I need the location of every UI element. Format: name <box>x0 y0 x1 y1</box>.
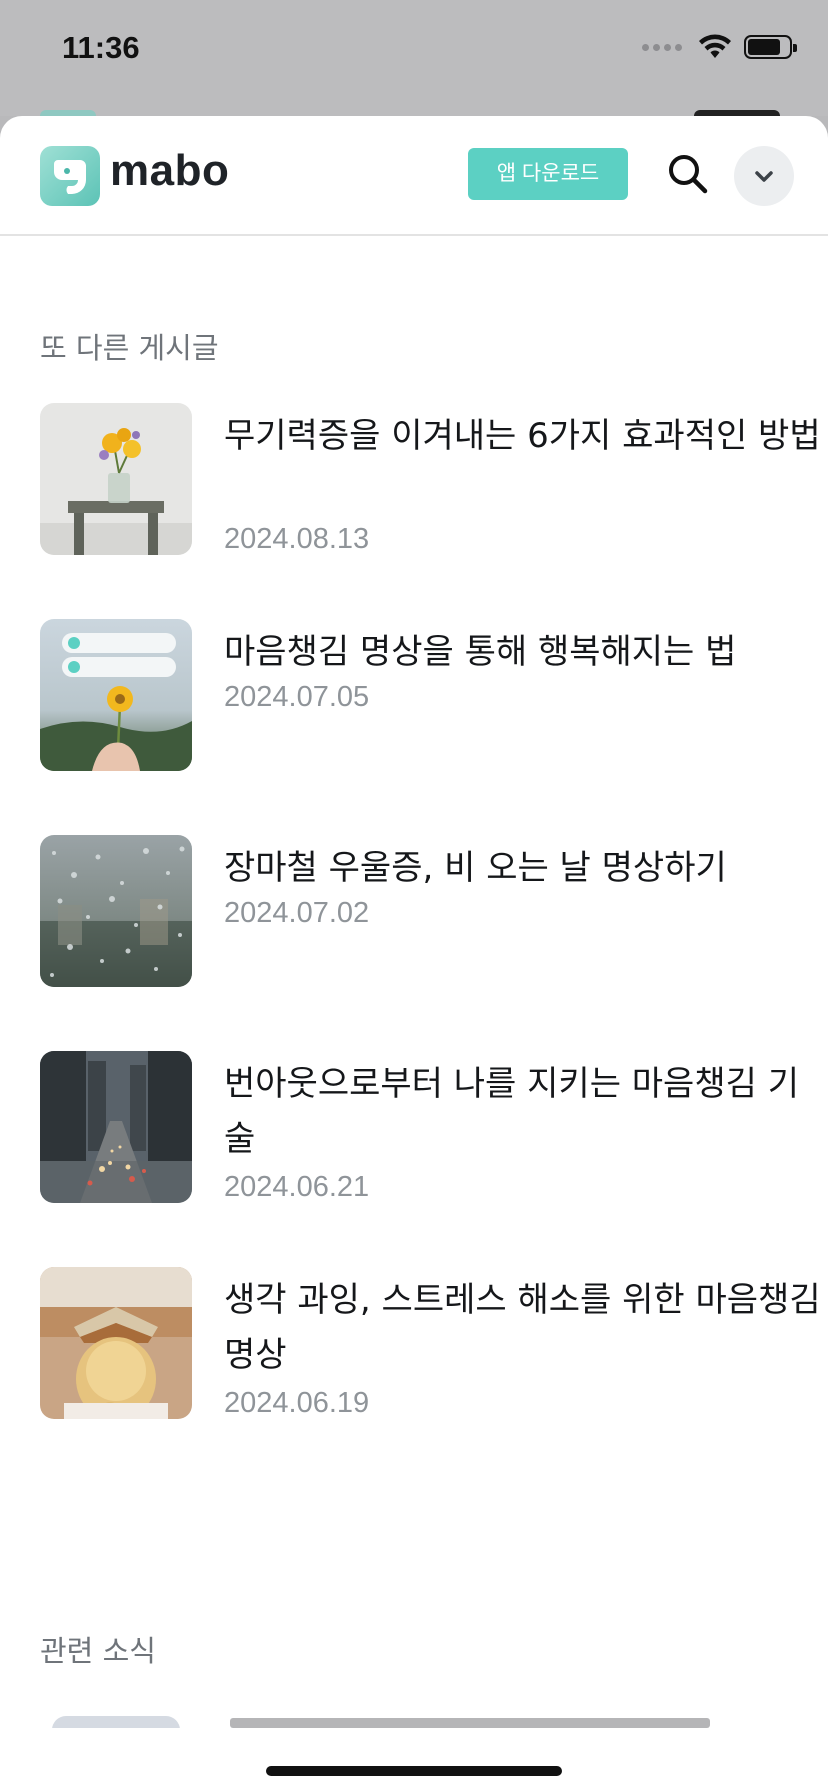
home-indicator[interactable] <box>266 1766 562 1776</box>
post-thumbnail <box>40 835 192 987</box>
status-icons <box>642 34 797 60</box>
search-icon[interactable] <box>666 152 710 196</box>
section-title-other-posts: 또 다른 게시글 <box>40 331 219 365</box>
wifi-icon <box>699 34 731 58</box>
status-bar: 11:36 <box>0 0 828 116</box>
status-time: 11:36 <box>62 30 140 65</box>
app-download-button[interactable]: 앱 다운로드 <box>468 148 628 200</box>
post-title: 생각 과잉, 스트레스 해소를 위한 마음챙김 명상 <box>224 1280 821 1375</box>
menu-toggle-button[interactable] <box>734 146 794 206</box>
list-item[interactable]: 생각 과잉, 스트레스 해소를 위한 마음챙김 명상 2024.06.19 <box>40 1267 821 1419</box>
post-date: 2024.07.02 <box>224 897 370 929</box>
post-title: 마음챙김 명상을 통해 행복해지는 법 <box>224 632 737 672</box>
content-sheet: mabo 앱 다운로드 또 다른 게시글 무기력증을 이겨내는 6가지 효과적인… <box>0 116 828 1792</box>
site-header: mabo 앱 다운로드 <box>0 116 828 236</box>
list-item[interactable]: 번아웃으로부터 나를 지키는 마음챙김 기술 2024.06.21 <box>40 1051 799 1203</box>
post-date: 2024.08.13 <box>224 523 370 555</box>
post-date: 2024.07.05 <box>224 681 370 713</box>
post-title: 번아웃으로부터 나를 지키는 마음챙김 기술 <box>224 1064 799 1159</box>
post-thumbnail <box>40 1267 192 1419</box>
chevron-down-icon <box>755 171 773 182</box>
post-thumbnail <box>40 1051 192 1203</box>
post-date: 2024.06.19 <box>224 1387 370 1419</box>
post-thumbnail <box>40 619 192 771</box>
list-item[interactable]: 마음챙김 명상을 통해 행복해지는 법 2024.07.05 <box>40 619 790 771</box>
battery-icon <box>744 35 797 59</box>
post-title: 무기력증을 이겨내는 6가지 효과적인 방법 <box>224 416 821 456</box>
mabo-logo-icon[interactable] <box>40 146 100 206</box>
list-item-cutoff[interactable] <box>40 1716 790 1728</box>
cellular-signal-icon <box>642 43 682 51</box>
logo-text[interactable]: mabo <box>110 146 229 196</box>
post-date: 2024.06.21 <box>224 1171 370 1203</box>
list-item[interactable]: 무기력증을 이겨내는 6가지 효과적인 방법 2024.08.13 <box>40 403 821 555</box>
list-item[interactable]: 장마철 우울증, 비 오는 날 명상하기 2024.07.02 <box>40 835 790 987</box>
post-thumbnail <box>40 403 192 555</box>
post-title: 장마철 우울증, 비 오는 날 명상하기 <box>224 848 727 888</box>
section-title-related-news: 관련 소식 <box>40 1634 156 1668</box>
